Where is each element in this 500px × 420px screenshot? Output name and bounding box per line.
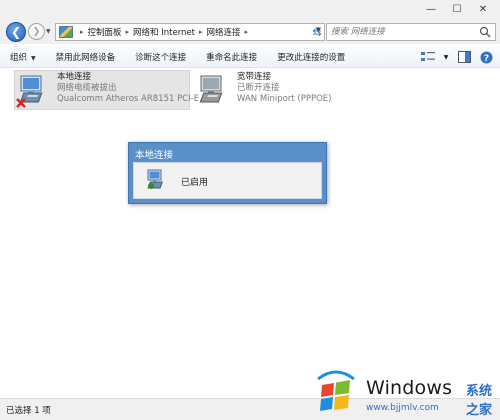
refresh-icon: ⇆: [312, 25, 322, 39]
control-panel-icon: [59, 26, 73, 38]
view-controls: ▼ ?: [420, 49, 494, 65]
popup-body: 已启用: [133, 162, 322, 199]
connection-item-local[interactable]: 本地连接 网络电缆被拔出 Qualcomm Atheros AR8151 PCI…: [14, 70, 207, 110]
watermark-brand: Windows: [366, 377, 453, 399]
connection-details: 本地连接 网络电缆被拔出 Qualcomm Atheros AR8151 PCI…: [57, 72, 207, 105]
help-button[interactable]: ?: [478, 49, 494, 65]
chevron-down-icon: ▼: [31, 54, 36, 62]
refresh-button[interactable]: ⇆: [308, 23, 326, 41]
forward-arrow-icon: ❯: [32, 26, 41, 37]
organize-menu[interactable]: 组织 ▼: [0, 51, 46, 63]
back-arrow-icon: ❮: [10, 25, 22, 39]
minimize-button[interactable]: —: [418, 1, 444, 18]
organize-label: 组织: [10, 52, 28, 63]
window-controls: — ☐ ✕: [418, 1, 496, 18]
watermark-site-name: 系统之家: [466, 384, 493, 418]
connection-item-broadband[interactable]: 宽带连接 已断开连接 WAN Miniport (PPPOE): [195, 71, 365, 111]
search-input[interactable]: [331, 26, 471, 38]
watermark-url: www.bjjmlv.com: [366, 403, 439, 413]
connection-status: 网络电缆被拔出: [57, 83, 117, 93]
error-x-icon: [16, 98, 26, 108]
disable-device-button[interactable]: 禁用此网络设备: [46, 51, 126, 63]
maximize-button[interactable]: ☐: [444, 1, 470, 18]
search-icon[interactable]: [479, 26, 491, 38]
back-button[interactable]: ❮: [6, 22, 26, 42]
breadcrumb-separator-icon[interactable]: ▸: [199, 28, 203, 36]
change-view-button[interactable]: [420, 49, 436, 65]
view-dropdown-button[interactable]: ▼: [442, 49, 450, 65]
connection-device: Qualcomm Atheros AR8151 PCI-E...: [57, 94, 208, 104]
view-options-icon: [421, 52, 435, 61]
help-icon: ?: [480, 51, 492, 64]
watermark: Windows 系统之家 www.bjjmlv.com: [302, 367, 500, 420]
popup-status-text: 已启用: [181, 178, 209, 188]
breadcrumb: ▸ 控制面板 ▸ 网络和 Internet ▸ 网络连接 ▸: [76, 26, 252, 38]
title-bar: — ☐ ✕: [0, 0, 500, 22]
wan-adapter-icon: [197, 73, 233, 109]
connections-list: 本地连接 网络电缆被拔出 Qualcomm Atheros AR8151 PCI…: [0, 68, 500, 398]
connection-status: 已断开连接: [237, 83, 280, 93]
connection-status-popup: 本地连接 已启用: [128, 142, 327, 204]
change-settings-button[interactable]: 更改此连接的设置: [267, 51, 355, 63]
connection-name: 宽带连接: [237, 72, 272, 82]
breadcrumb-network-connections[interactable]: 网络连接: [207, 26, 241, 38]
selection-count: 已选择 1 项: [6, 406, 51, 416]
navigation-bar: ❮ ❯ ▼ ▸ 控制面板 ▸ 网络和 Internet ▸ 网络连接 ▸ ▼ ⇆: [0, 20, 500, 44]
command-bar: 组织 ▼ 禁用此网络设备 诊断这个连接 重命名此连接 更改此连接的设置 ▼ ?: [0, 46, 500, 68]
search-box[interactable]: [326, 23, 496, 41]
rename-connection-button[interactable]: 重命名此连接: [196, 51, 267, 63]
svg-text:?: ?: [483, 54, 488, 64]
windows-logo-icon: [317, 370, 355, 411]
breadcrumb-network-internet[interactable]: 网络和 Internet: [133, 26, 195, 38]
connection-details: 宽带连接 已断开连接 WAN Miniport (PPPOE): [237, 72, 331, 105]
connection-name: 本地连接: [57, 72, 92, 82]
close-button[interactable]: ✕: [470, 1, 496, 18]
forward-button[interactable]: ❯: [28, 23, 45, 40]
popup-title: 本地连接: [135, 150, 174, 161]
preview-pane-icon: [457, 51, 471, 63]
breadcrumb-control-panel[interactable]: 控制面板: [88, 26, 122, 38]
network-adapter-icon: [16, 73, 53, 109]
breadcrumb-separator-icon[interactable]: ▸: [126, 28, 130, 36]
breadcrumb-separator-icon[interactable]: ▸: [245, 28, 249, 36]
recent-pages-dropdown[interactable]: ▼: [46, 28, 51, 35]
diagnose-connection-button[interactable]: 诊断这个连接: [125, 51, 196, 63]
network-enabled-icon: [147, 169, 163, 189]
breadcrumb-separator-icon[interactable]: ▸: [80, 28, 84, 36]
connection-device: WAN Miniport (PPPOE): [237, 94, 332, 104]
address-bar[interactable]: ▸ 控制面板 ▸ 网络和 Internet ▸ 网络连接 ▸ ▼: [55, 23, 325, 41]
preview-pane-button[interactable]: [456, 49, 472, 65]
chevron-down-icon: ▼: [443, 53, 449, 61]
